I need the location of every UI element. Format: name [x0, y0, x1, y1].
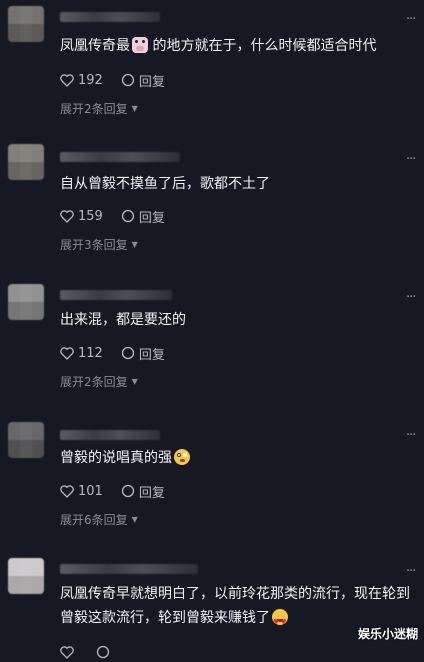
- more-options-icon[interactable]: ···: [406, 429, 420, 442]
- comment-actions: 192 回复: [60, 70, 183, 90]
- chevron-down-icon: ▼: [131, 515, 138, 524]
- reply-button[interactable]: 回复: [121, 344, 165, 363]
- chevron-down-icon: ▼: [131, 377, 138, 386]
- reply-bubble-icon: [121, 346, 134, 360]
- expand-replies-button[interactable]: 展开6条回复 ▼: [60, 511, 138, 528]
- comment-text-part: 凤凰传奇最: [60, 38, 130, 54]
- expand-replies-button[interactable]: 展开3条回复 ▼: [60, 236, 138, 253]
- comment-text-part: 曾毅这款流行，轮到曾毅来赚钱了: [60, 610, 270, 626]
- comment-text: 凤凰传奇早就想明白了，以前玲花那类的流行，现在轮到 曾毅这款流行，轮到曾毅来赚钱…: [60, 582, 412, 634]
- chevron-down-icon: ▼: [131, 240, 138, 249]
- more-options-icon[interactable]: ···: [406, 565, 420, 578]
- expand-replies-button[interactable]: 展开2条回复 ▼: [60, 100, 138, 117]
- more-options-icon[interactable]: ···: [406, 153, 420, 166]
- reply-button[interactable]: 回复: [121, 71, 165, 90]
- heart-icon: [60, 73, 74, 87]
- like-count: 101: [78, 483, 103, 499]
- avatar[interactable]: [8, 422, 44, 458]
- expand-replies-label: 展开6条回复: [60, 513, 128, 527]
- expand-replies-label: 展开3条回复: [60, 238, 128, 252]
- username-blurred[interactable]: [60, 564, 198, 574]
- reply-bubble-icon: [121, 209, 134, 223]
- expand-replies-button[interactable]: 展开2条回复 ▼: [60, 373, 138, 390]
- flushed-face-emoji-icon: [174, 449, 190, 465]
- username-blurred[interactable]: [60, 430, 160, 440]
- reply-bubble-icon: [96, 645, 110, 659]
- comment-text: 出来混，都是要还的: [60, 312, 186, 328]
- reply-button[interactable]: 回复: [121, 207, 165, 226]
- expand-replies-label: 展开2条回复: [60, 375, 128, 389]
- reply-button[interactable]: [96, 645, 114, 659]
- reply-label: 回复: [138, 74, 165, 90]
- reply-label: 回复: [138, 347, 165, 363]
- reply-bubble-icon: [121, 484, 134, 498]
- comment-text-line: 凤凰传奇早就想明白了，以前玲花那类的流行，现在轮到: [60, 586, 410, 602]
- watermark: 娱乐小迷糊: [357, 627, 418, 641]
- like-count: 192: [78, 72, 103, 88]
- heart-eyes-emoji-icon: [272, 609, 288, 634]
- avatar[interactable]: [8, 284, 44, 320]
- heart-icon: [60, 209, 74, 223]
- comment-text: 自从曾毅不摸鱼了后，歌都不土了: [60, 176, 270, 192]
- chevron-down-icon: ▼: [131, 104, 138, 113]
- heart-icon: [60, 484, 74, 498]
- username-blurred[interactable]: [60, 12, 160, 22]
- comment-text: 曾毅的说唱真的强: [60, 446, 412, 470]
- comment-text-part: 曾毅的说唱真的强: [60, 450, 172, 466]
- like-button[interactable]: 101: [60, 484, 103, 499]
- like-button[interactable]: 192: [60, 73, 103, 88]
- cow-emoji-icon: [132, 37, 148, 53]
- heart-icon: [60, 346, 74, 360]
- avatar[interactable]: [8, 558, 44, 594]
- comment-actions: [60, 642, 132, 662]
- comment-text: 凤凰传奇最 的地方就在于，什么时候都适合时代: [60, 34, 412, 58]
- comment-text-part: 的地方就在于，什么时候都适合时代: [148, 38, 377, 54]
- like-count: 159: [78, 208, 103, 224]
- more-options-icon[interactable]: ···: [406, 13, 420, 26]
- avatar[interactable]: [8, 6, 44, 42]
- more-options-icon[interactable]: ···: [406, 291, 420, 304]
- like-button[interactable]: 159: [60, 209, 103, 224]
- username-blurred[interactable]: [60, 152, 180, 162]
- reply-bubble-icon: [121, 73, 134, 87]
- reply-label: 回复: [138, 210, 165, 226]
- username-blurred[interactable]: [60, 290, 172, 300]
- reply-label: 回复: [138, 485, 165, 501]
- comment-actions: 159 回复: [60, 206, 183, 226]
- like-count: 112: [78, 345, 103, 361]
- reply-button[interactable]: 回复: [121, 482, 165, 501]
- like-button[interactable]: [60, 645, 78, 659]
- expand-replies-label: 展开2条回复: [60, 102, 128, 116]
- like-button[interactable]: 112: [60, 346, 103, 361]
- comment-actions: 112 回复: [60, 343, 183, 363]
- heart-icon: [60, 645, 74, 659]
- comment-actions: 101 回复: [60, 481, 183, 501]
- avatar[interactable]: [8, 144, 44, 180]
